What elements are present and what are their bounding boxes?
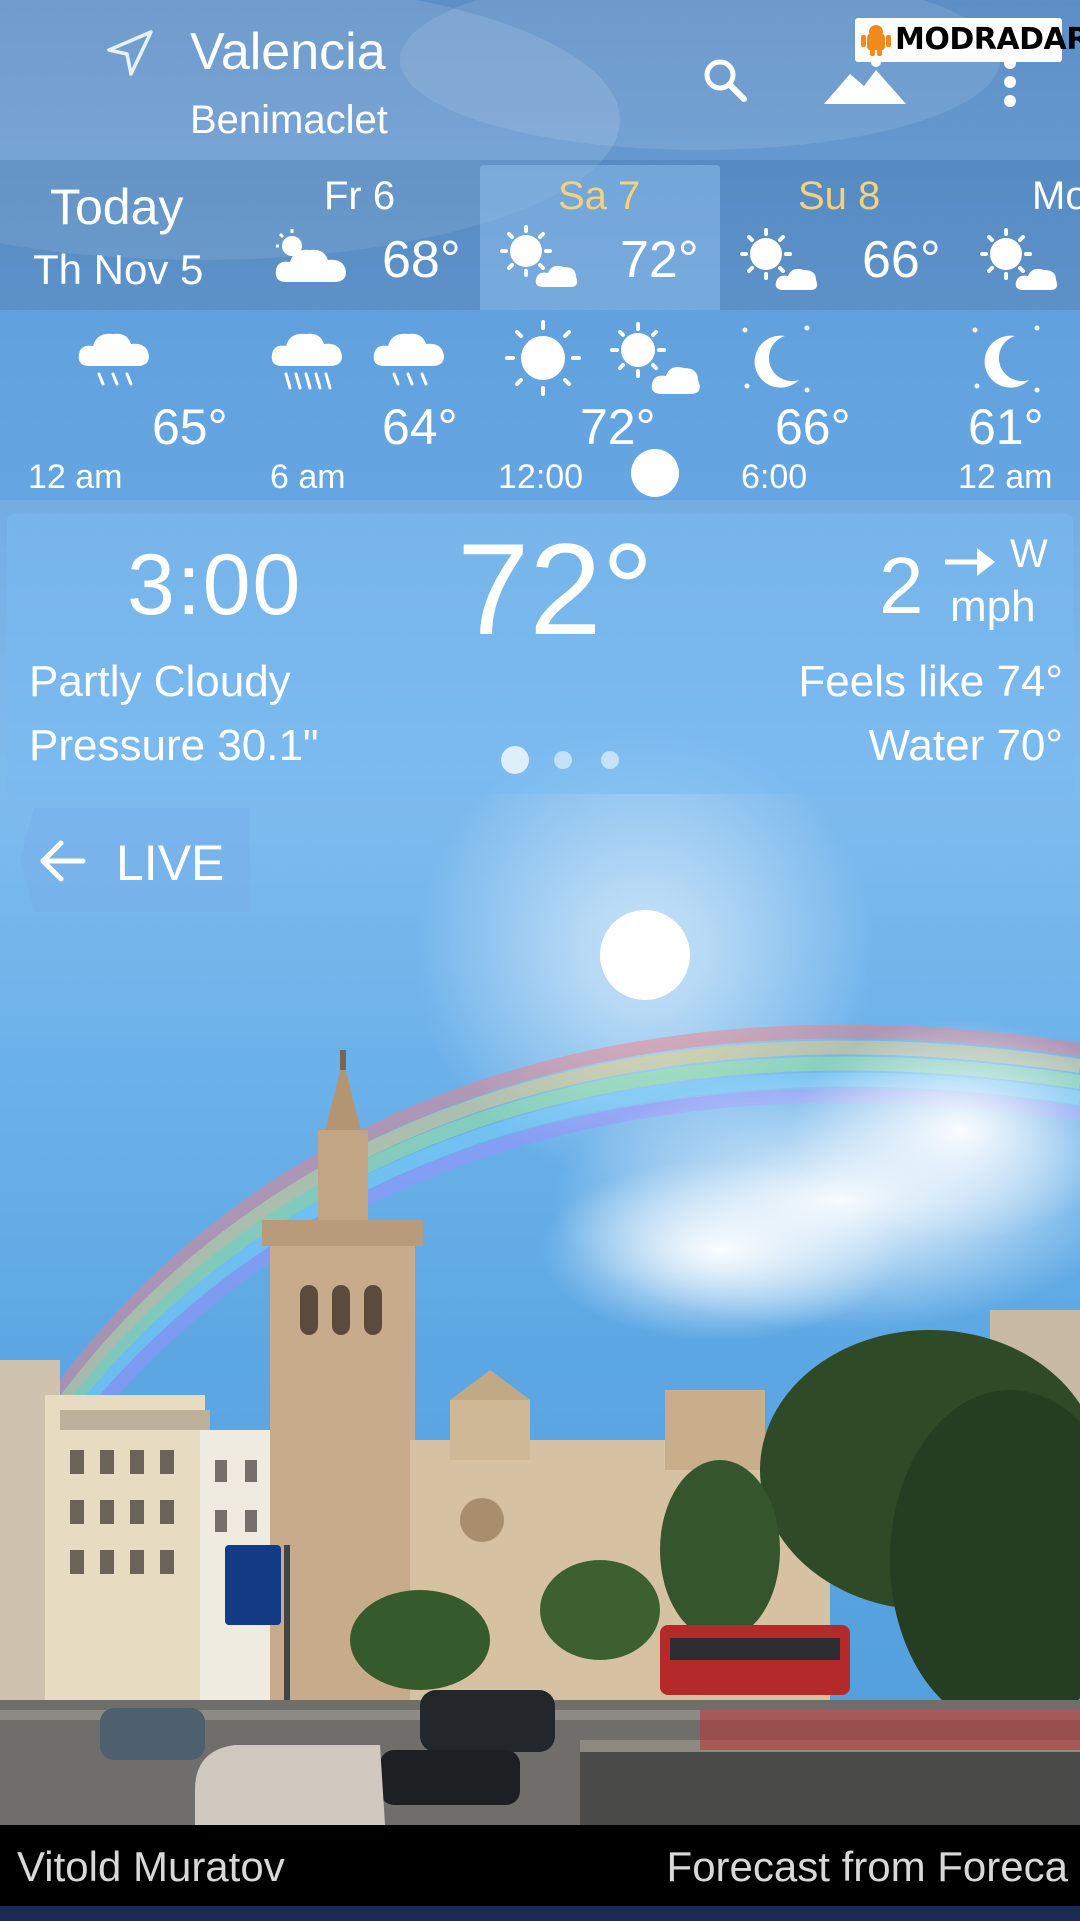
- page-indicator-dot-active[interactable]: [501, 746, 529, 774]
- pressure-text: Pressure 30.1": [29, 721, 319, 770]
- more-vert-icon[interactable]: [995, 55, 1025, 110]
- sun-icon: [505, 320, 581, 396]
- sun-cloud-icon: [980, 228, 1058, 290]
- daily-forecast-tabs: Today Th Nov 5 Fr 6 68° Sa 7 72° Su 8 66…: [0, 160, 1080, 310]
- day-name: Su 8: [798, 174, 881, 218]
- photo-credit[interactable]: Vitold Muratov: [17, 1843, 285, 1891]
- hourly-temp: 64°: [382, 399, 458, 455]
- day-name: Fr 6: [324, 174, 396, 218]
- search-icon[interactable]: [700, 55, 750, 105]
- hourly-time: 12 am: [28, 458, 123, 496]
- rain-icon: [373, 333, 444, 386]
- city-name[interactable]: Valencia: [190, 22, 386, 82]
- feels-like-text: Feels like 74°: [798, 657, 1063, 706]
- today-label: Today: [50, 179, 184, 235]
- hourly-time: 12:00: [498, 458, 584, 496]
- current-conditions-panel[interactable]: 3:00 72° 2 W mph Partly Cloudy Pressure …: [7, 514, 1073, 794]
- heavy-rain-icon: [271, 333, 342, 390]
- arrow-left-icon: [40, 840, 86, 882]
- location-arrow-icon[interactable]: [105, 28, 155, 78]
- hourly-temp: 66°: [775, 399, 851, 455]
- moon-icon: [742, 325, 810, 393]
- hourly-time: 6 am: [270, 458, 346, 496]
- district-name: Benimaclet: [190, 98, 388, 142]
- moon-icon: [972, 325, 1040, 393]
- android-logo-icon: [861, 25, 891, 56]
- sun-cloud-icon: [610, 322, 700, 394]
- hourly-time: 6:00: [741, 458, 808, 496]
- tab-today[interactable]: Today Th Nov 5: [0, 160, 260, 310]
- wind-direction: W: [1010, 532, 1048, 576]
- rain-icon: [78, 333, 149, 386]
- wind-direction-arrow-icon: [945, 548, 995, 576]
- day-name: Mo: [1032, 174, 1080, 218]
- day-temp: 72°: [620, 231, 699, 289]
- hourly-time: 12 am: [958, 458, 1053, 496]
- day-temp: 66°: [862, 231, 941, 289]
- tab-day-fr6[interactable]: Fr 6 68°: [262, 160, 480, 310]
- ad-banner-strip[interactable]: [0, 1906, 1080, 1921]
- sun-cloud-icon: [740, 228, 818, 290]
- hourly-forecast[interactable]: 65° 64° 72° 66° 61° 12 am 6 am 12:00 6:0…: [0, 310, 1080, 500]
- today-date: Th Nov 5: [33, 246, 204, 293]
- water-temp-text: Water 70°: [868, 721, 1063, 770]
- condition-text: Partly Cloudy: [29, 657, 291, 706]
- live-button[interactable]: LIVE: [20, 808, 250, 912]
- current-time: 3:00: [127, 537, 303, 633]
- tab-day-su8[interactable]: Su 8 66°: [720, 160, 960, 310]
- tab-day-sa7[interactable]: Sa 7 72°: [480, 165, 720, 310]
- sun-cloud-icon: [500, 225, 578, 287]
- page-indicator-dot[interactable]: [554, 751, 572, 769]
- forecast-source[interactable]: Forecast from Foreca: [667, 1843, 1068, 1891]
- modradar-watermark: MODRADAR: [855, 18, 1080, 62]
- day-temp: 68°: [382, 231, 461, 289]
- watermark-text: MODRADAR: [895, 22, 1080, 57]
- partly-cloudy-icon: [275, 229, 346, 282]
- tab-day-mo[interactable]: Mo: [960, 160, 1080, 310]
- hourly-temp: 72°: [580, 399, 656, 455]
- wind-speed: 2: [879, 541, 924, 630]
- page-indicator-dot[interactable]: [601, 751, 619, 769]
- wind-unit: mph: [950, 582, 1036, 631]
- current-time-marker[interactable]: [631, 449, 679, 497]
- live-label: LIVE: [116, 835, 225, 891]
- day-name: Sa 7: [558, 174, 641, 218]
- current-temp: 72°: [457, 516, 654, 662]
- app-header: Valencia Benimaclet MODRADAR: [0, 0, 1080, 160]
- hourly-temp: 65°: [152, 399, 228, 455]
- hourly-temp: 61°: [968, 399, 1044, 455]
